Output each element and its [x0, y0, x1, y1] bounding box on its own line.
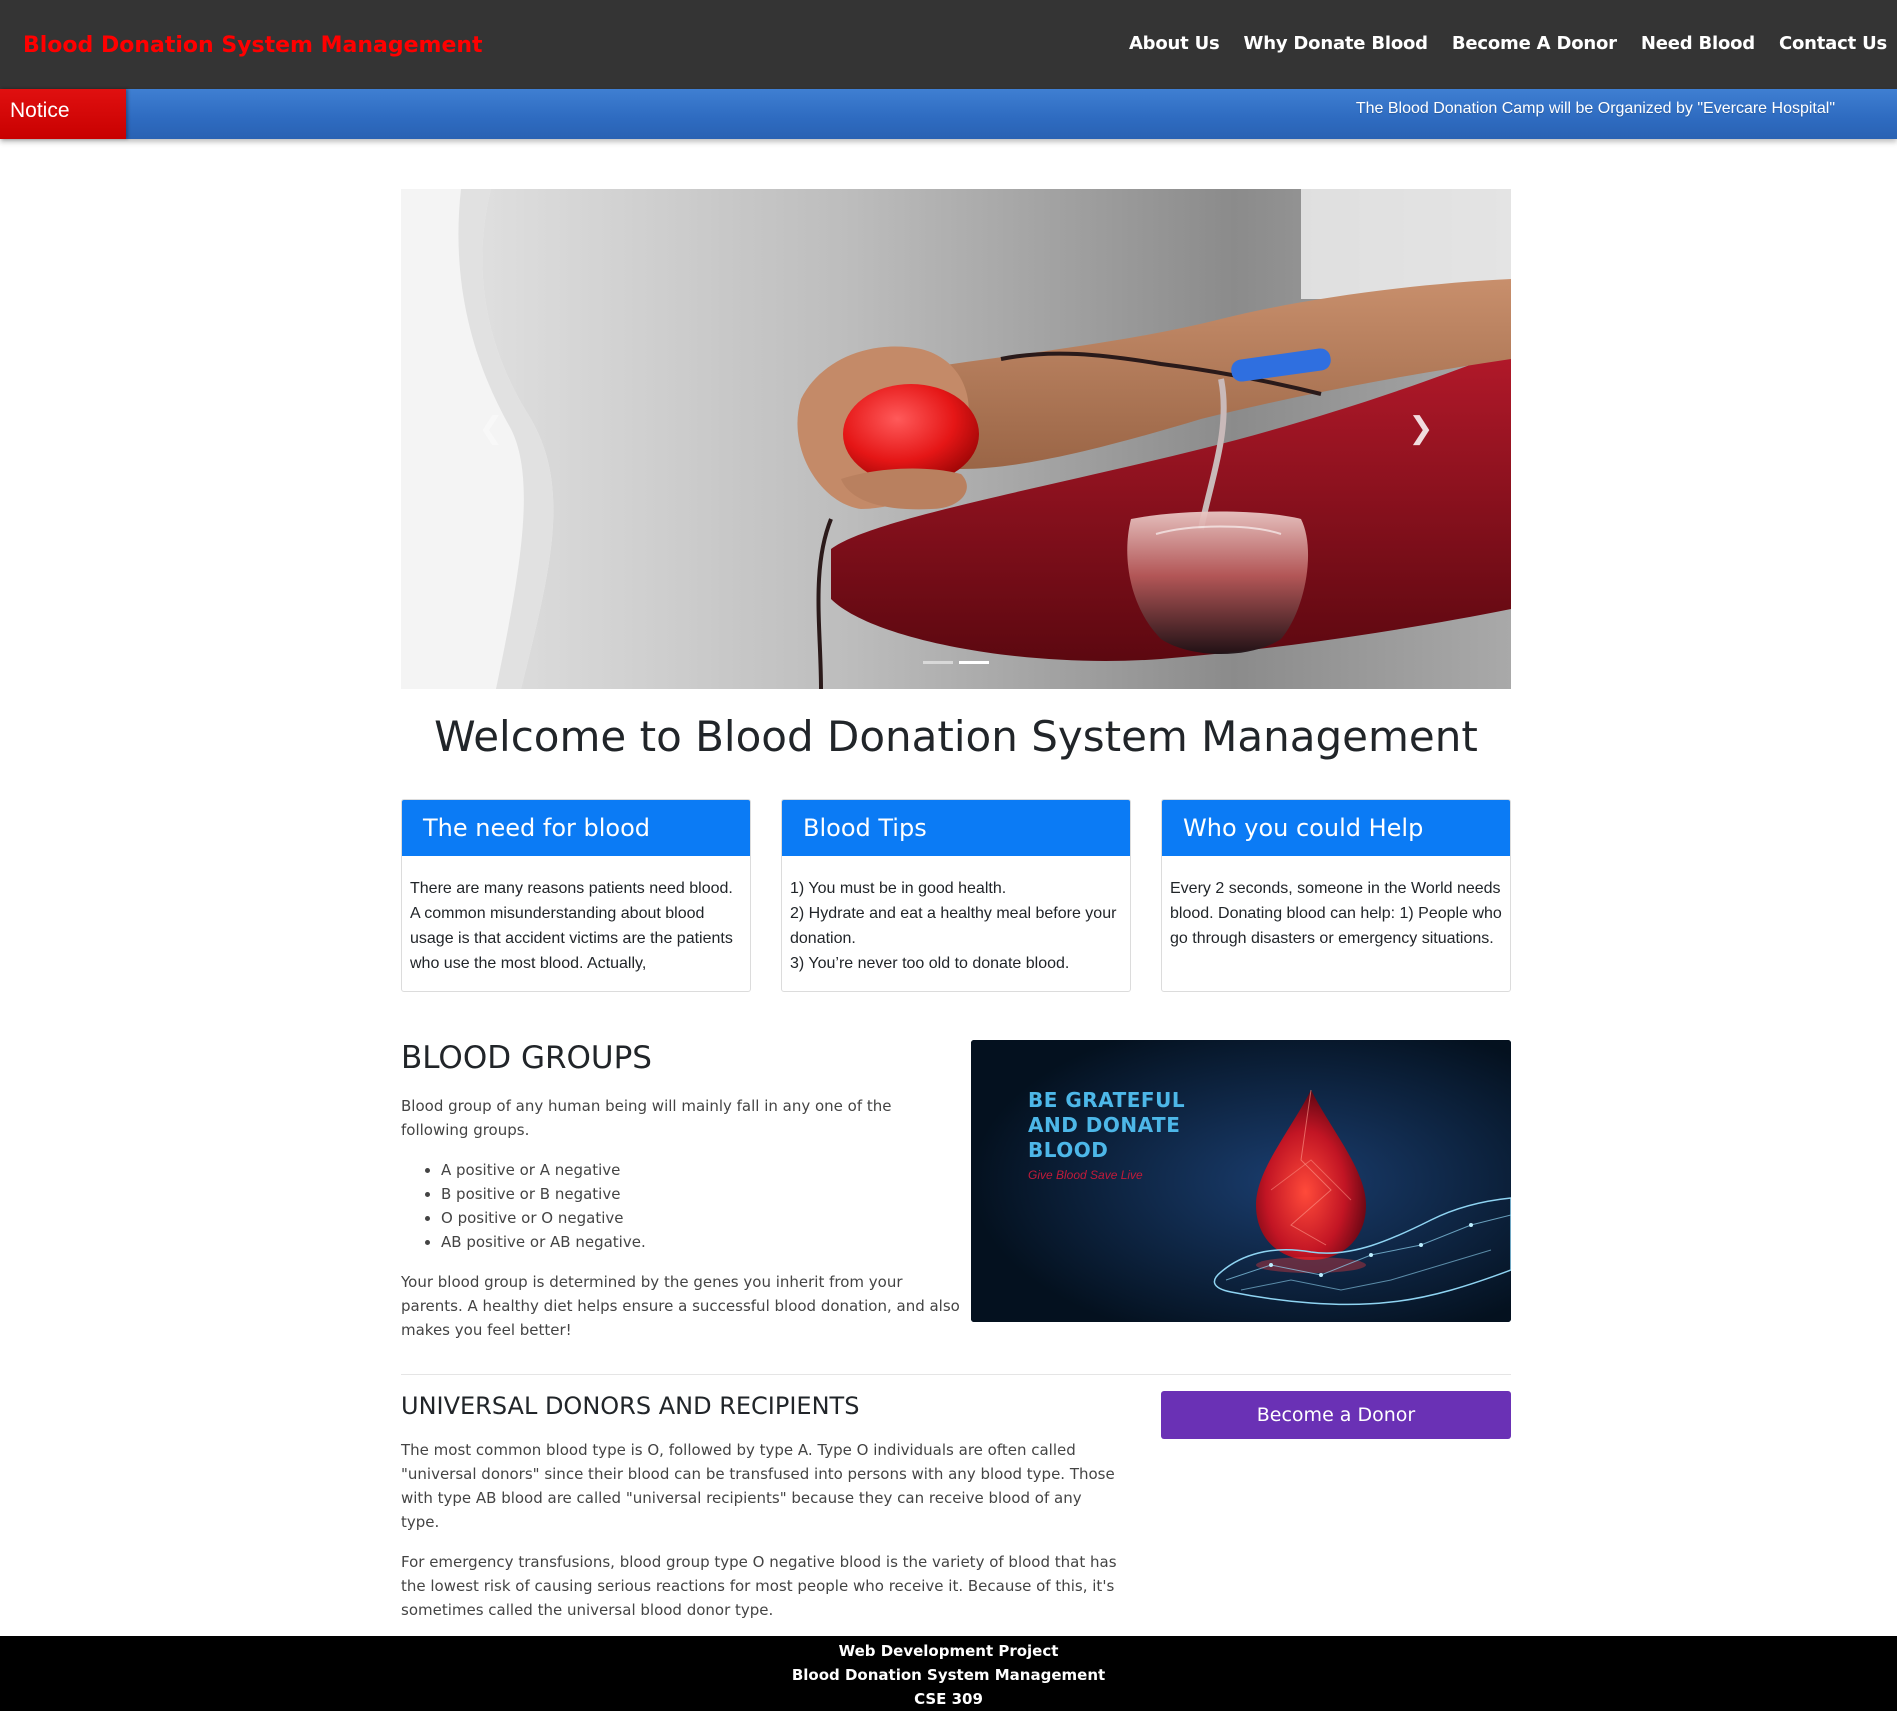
welcome-heading: Welcome to Blood Donation System Managem…: [434, 712, 1478, 761]
page-footer: Web Development Project Blood Donation S…: [0, 1636, 1897, 1711]
notice-bar: Notice The Blood Donation Camp will be O…: [0, 89, 1897, 139]
nav-need-blood[interactable]: Need Blood: [1641, 33, 1755, 54]
card-title: The need for blood: [402, 800, 750, 856]
chevron-left-icon: ❮: [478, 412, 504, 445]
blood-groups-outro: Your blood group is determined by the ge…: [401, 1273, 960, 1339]
blood-groups-list: A positive or A negative B positive or B…: [441, 1158, 961, 1254]
blood-groups-intro: Blood group of any human being will main…: [401, 1097, 892, 1139]
list-item: AB positive or AB negative.: [441, 1230, 961, 1254]
section-divider: [401, 1374, 1511, 1375]
carousel-next-button[interactable]: ❯: [1401, 409, 1441, 449]
footer-line: CSE 309: [914, 1690, 983, 1708]
headline-line: BE GRATEFUL: [1028, 1088, 1186, 1112]
card-body: 1) You must be in good health. 2) Hydrat…: [782, 856, 1130, 986]
donate-blood-image: BE GRATEFUL AND DONATE BLOOD Give Blood …: [971, 1040, 1511, 1322]
universal-donors-paragraph: For emergency transfusions, blood group …: [401, 1553, 1117, 1619]
card-title: Who you could Help: [1162, 800, 1510, 856]
list-item: A positive or A negative: [441, 1158, 961, 1182]
brand-logo-link[interactable]: Blood Donation System Management: [23, 33, 483, 58]
nav-contact-us[interactable]: Contact Us: [1779, 33, 1887, 54]
donate-image-subtitle: Give Blood Save Live: [1028, 1168, 1143, 1182]
chevron-right-icon: ❯: [1408, 412, 1434, 445]
notice-marquee-text: The Blood Donation Camp will be Organize…: [1355, 100, 1835, 117]
notice-label: Notice: [0, 89, 126, 139]
carousel-indicator-1[interactable]: [923, 661, 953, 664]
list-item: O positive or O negative: [441, 1206, 961, 1230]
universal-donors-title: UNIVERSAL DONORS AND RECIPIENTS: [401, 1392, 860, 1420]
become-a-donor-button[interactable]: Become a Donor: [1161, 1391, 1511, 1439]
list-item: B positive or B negative: [441, 1182, 961, 1206]
card-text: There are many reasons patients need blo…: [410, 880, 733, 972]
card-who-you-could-help: Who you could Help Every 2 seconds, some…: [1161, 799, 1511, 992]
card-need-for-blood: The need for blood There are many reason…: [401, 799, 751, 992]
card-body: There are many reasons patients need blo…: [402, 856, 750, 986]
card-text: Every 2 seconds, someone in the World ne…: [1170, 880, 1502, 947]
universal-donors-section: UNIVERSAL DONORS AND RECIPIENTS The most…: [401, 1392, 1121, 1638]
card-text: 3) You’re never too old to donate blood.: [790, 955, 1070, 972]
card-title: Blood Tips: [782, 800, 1130, 856]
hero-carousel: ❮ ❯: [401, 189, 1511, 689]
nav-links: About Us Why Donate Blood Become A Donor…: [1129, 33, 1887, 54]
blood-groups-title: BLOOD GROUPS: [401, 1040, 652, 1076]
carousel-prev-button[interactable]: ❮: [471, 409, 511, 449]
donate-image-headline: BE GRATEFUL AND DONATE BLOOD: [1028, 1088, 1185, 1163]
footer-line: Blood Donation System Management: [791, 1666, 1106, 1684]
card-blood-tips: Blood Tips 1) You must be in good health…: [781, 799, 1131, 992]
nav-become-a-donor[interactable]: Become A Donor: [1452, 33, 1617, 54]
carousel-slide-image: [401, 189, 1511, 689]
headline-line: AND DONATE: [1028, 1113, 1181, 1137]
top-navbar: Blood Donation System Management About U…: [0, 0, 1897, 89]
headline-line: BLOOD: [1028, 1138, 1109, 1162]
card-text: 2) Hydrate and eat a healthy meal before…: [790, 905, 1117, 947]
footer-line: Web Development Project: [838, 1642, 1059, 1660]
universal-donors-paragraph: The most common blood type is O, followe…: [401, 1441, 1115, 1531]
carousel-indicators: [923, 661, 989, 664]
blood-groups-section: BLOOD GROUPS Blood group of any human be…: [401, 1040, 961, 1342]
nav-why-donate-blood[interactable]: Why Donate Blood: [1244, 33, 1429, 54]
nav-about-us[interactable]: About Us: [1129, 33, 1220, 54]
carousel-indicator-2[interactable]: [959, 661, 989, 664]
card-body: Every 2 seconds, someone in the World ne…: [1162, 856, 1510, 986]
card-text: 1) You must be in good health.: [790, 880, 1007, 897]
